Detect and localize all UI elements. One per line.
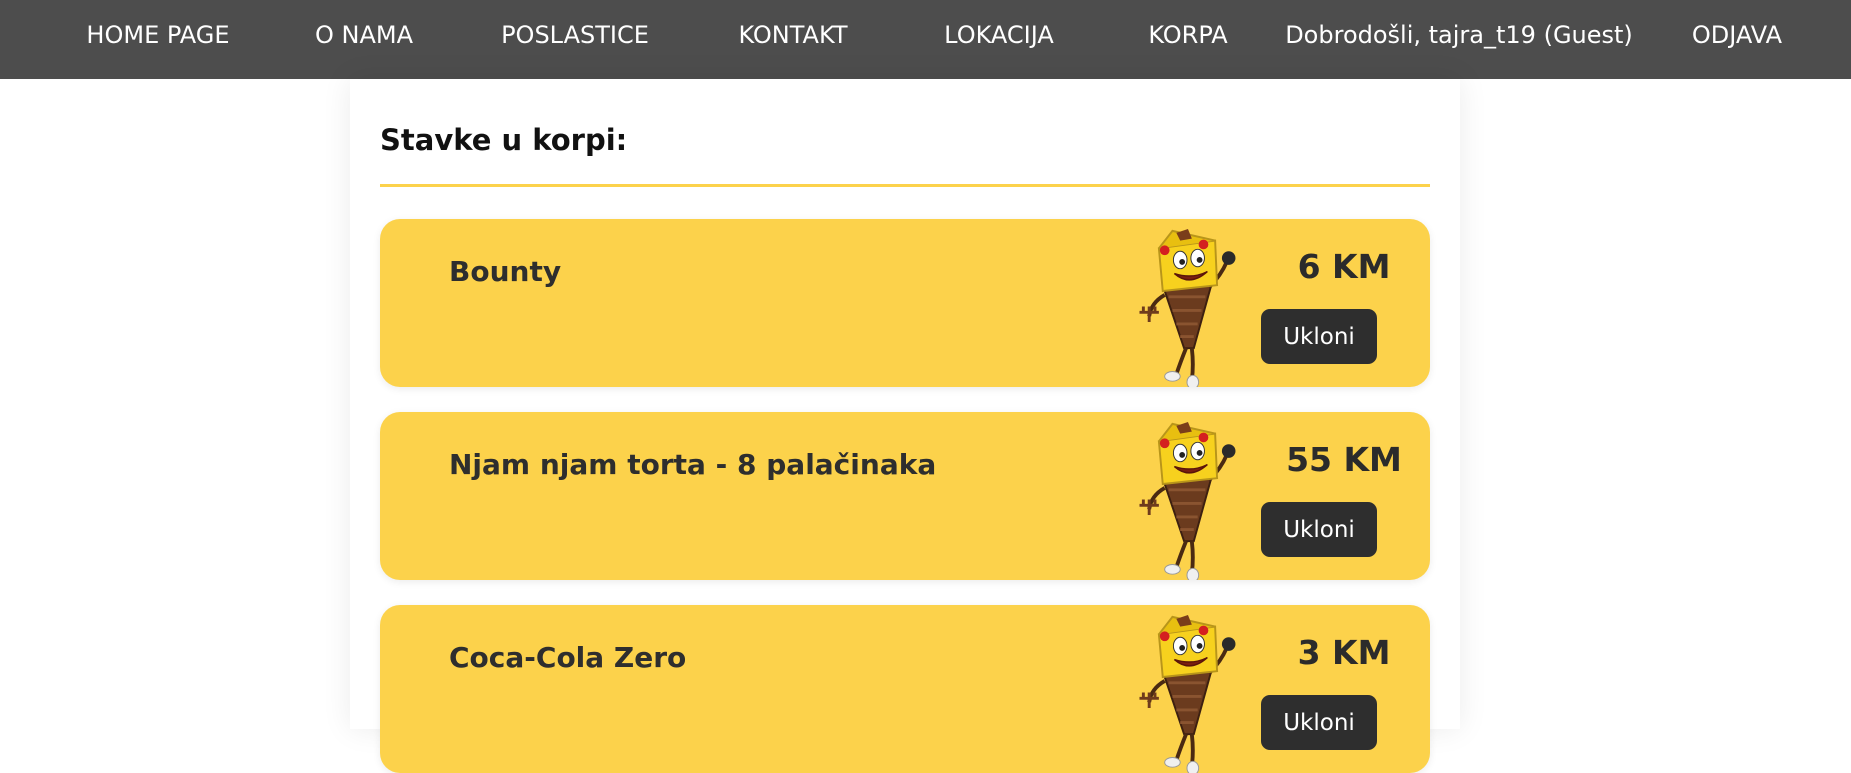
- remove-item-button[interactable]: Ukloni: [1261, 309, 1377, 364]
- item-price: 3 KM: [1297, 633, 1391, 672]
- item-name: Njam njam torta - 8 palačinaka: [449, 448, 937, 481]
- nav-kontakt[interactable]: KONTAKT: [738, 0, 847, 79]
- remove-item-button[interactable]: Ukloni: [1261, 502, 1377, 557]
- cart-item: Bounty 6 KM Ukloni: [380, 219, 1430, 387]
- welcome-user-text: Dobrodošli, tajra_t19 (Guest): [1285, 21, 1633, 49]
- item-price: 6 KM: [1297, 247, 1391, 286]
- cart-title: Stavke u korpi:: [380, 123, 628, 157]
- top-navbar: HOME PAGE O NAMA POSLASTICE KONTAKT LOKA…: [0, 0, 1851, 79]
- nav-lokacija[interactable]: LOKACIJA: [944, 0, 1054, 79]
- item-name: Coca-Cola Zero: [449, 641, 687, 674]
- item-price: 55 KM: [1286, 440, 1402, 479]
- item-name: Bounty: [449, 255, 562, 288]
- cart-divider: [380, 184, 1430, 187]
- chocolate-mascot-icon: [1137, 227, 1238, 387]
- cart-panel: Stavke u korpi: Bounty 6 KM Ukloni Njam …: [350, 79, 1460, 773]
- chocolate-mascot-icon: [1137, 613, 1238, 773]
- cart-item: Coca-Cola Zero 3 KM Ukloni: [380, 605, 1430, 773]
- nav-odjava-logout[interactable]: ODJAVA: [1692, 0, 1782, 79]
- nav-o-nama[interactable]: O NAMA: [315, 0, 413, 79]
- nav-poslastice[interactable]: POSLASTICE: [501, 0, 649, 79]
- nav-korpa[interactable]: KORPA: [1148, 0, 1227, 79]
- cart-item: Njam njam torta - 8 palačinaka 55 KM Ukl…: [380, 412, 1430, 580]
- remove-item-button[interactable]: Ukloni: [1261, 695, 1377, 750]
- chocolate-mascot-icon: [1137, 420, 1238, 580]
- nav-home-page[interactable]: HOME PAGE: [86, 0, 229, 79]
